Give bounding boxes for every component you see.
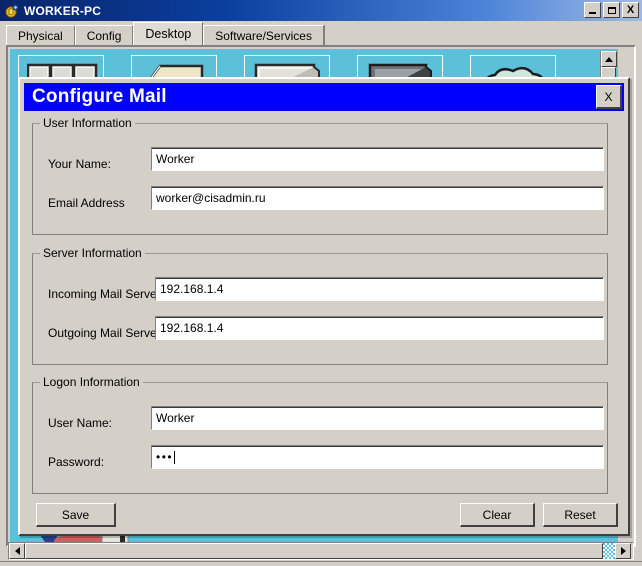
tab-software-services[interactable]: Software/Services bbox=[203, 25, 324, 45]
chevron-up-icon bbox=[605, 56, 613, 62]
minimize-icon bbox=[589, 11, 596, 14]
os-taskbar-strip bbox=[0, 561, 642, 566]
tab-config[interactable]: Config bbox=[74, 25, 134, 45]
incoming-mail-server-value: 192.168.1.4 bbox=[160, 282, 224, 296]
window-controls: X bbox=[584, 2, 639, 18]
group-user-information: User Information bbox=[32, 116, 608, 235]
user-name-label: User Name: bbox=[48, 416, 113, 430]
tab-physical-label: Physical bbox=[18, 28, 63, 43]
group-user-information-legend: User Information bbox=[40, 116, 135, 130]
maximize-button[interactable] bbox=[603, 2, 620, 18]
window-title: WORKER-PC bbox=[24, 3, 102, 18]
dialog-close-button[interactable]: X bbox=[596, 85, 622, 109]
your-name-label: Your Name: bbox=[48, 157, 111, 171]
maximize-icon bbox=[607, 6, 616, 14]
group-logon-information-legend: Logon Information bbox=[40, 375, 143, 389]
tab-strip-end-divider bbox=[323, 25, 325, 45]
user-name-input[interactable]: Worker bbox=[151, 406, 604, 430]
close-button[interactable]: X bbox=[622, 2, 639, 18]
dialog-title: Configure Mail bbox=[32, 86, 167, 107]
packet-tracer-device-icon bbox=[4, 3, 20, 19]
horizontal-scroll-track[interactable] bbox=[603, 543, 615, 559]
desktop-canvas-frame: Configure Mail X User Information Your N… bbox=[6, 45, 636, 547]
tab-config-label: Config bbox=[86, 28, 122, 43]
horizontal-scrollbar[interactable] bbox=[8, 542, 634, 560]
password-input[interactable]: ••• bbox=[151, 445, 604, 469]
incoming-mail-server-input[interactable]: 192.168.1.4 bbox=[155, 277, 604, 301]
configure-mail-dialog: Configure Mail X User Information Your N… bbox=[18, 77, 630, 536]
your-name-input[interactable]: Worker bbox=[151, 147, 604, 171]
password-label: Password: bbox=[48, 455, 105, 469]
tab-physical[interactable]: Physical bbox=[6, 25, 75, 45]
clear-button[interactable]: Clear bbox=[460, 503, 535, 527]
minimize-button[interactable] bbox=[584, 2, 601, 18]
text-caret bbox=[174, 450, 176, 464]
incoming-mail-server-label: Incoming Mail Server bbox=[48, 287, 161, 301]
tab-desktop[interactable]: Desktop bbox=[133, 22, 204, 45]
chevron-right-icon bbox=[620, 547, 626, 555]
scroll-right-button[interactable] bbox=[615, 543, 631, 559]
outgoing-mail-server-value: 192.168.1.4 bbox=[160, 321, 224, 335]
your-name-value: Worker bbox=[156, 152, 195, 166]
save-button[interactable]: Save bbox=[36, 503, 116, 527]
group-logon-information: Logon Information bbox=[32, 375, 608, 494]
password-value: ••• bbox=[156, 450, 174, 464]
group-server-information: Server Information bbox=[32, 246, 608, 365]
device-tab-strip: Physical Config Desktop Software/Service… bbox=[0, 21, 642, 45]
tab-desktop-label: Desktop bbox=[145, 27, 192, 41]
window-titlebar: WORKER-PC X bbox=[0, 0, 642, 21]
email-address-label: Email Address bbox=[48, 196, 125, 210]
group-server-information-legend: Server Information bbox=[40, 246, 145, 260]
horizontal-scroll-thumb[interactable] bbox=[25, 543, 603, 559]
tab-software-services-label: Software/Services bbox=[215, 28, 312, 43]
chevron-left-icon bbox=[14, 547, 20, 555]
outgoing-mail-server-input[interactable]: 192.168.1.4 bbox=[155, 316, 604, 340]
scroll-left-button[interactable] bbox=[9, 543, 25, 559]
dialog-titlebar: Configure Mail X bbox=[24, 83, 624, 111]
reset-button[interactable]: Reset bbox=[543, 503, 618, 527]
outgoing-mail-server-label: Outgoing Mail Server bbox=[48, 326, 161, 340]
email-address-value: worker@cisadmin.ru bbox=[156, 191, 266, 205]
packet-tracer-device-window: WORKER-PC X Physical Config Desktop Soft… bbox=[0, 0, 642, 566]
email-address-input[interactable]: worker@cisadmin.ru bbox=[151, 186, 604, 210]
user-name-value: Worker bbox=[156, 411, 195, 425]
scroll-up-button[interactable] bbox=[601, 51, 617, 67]
